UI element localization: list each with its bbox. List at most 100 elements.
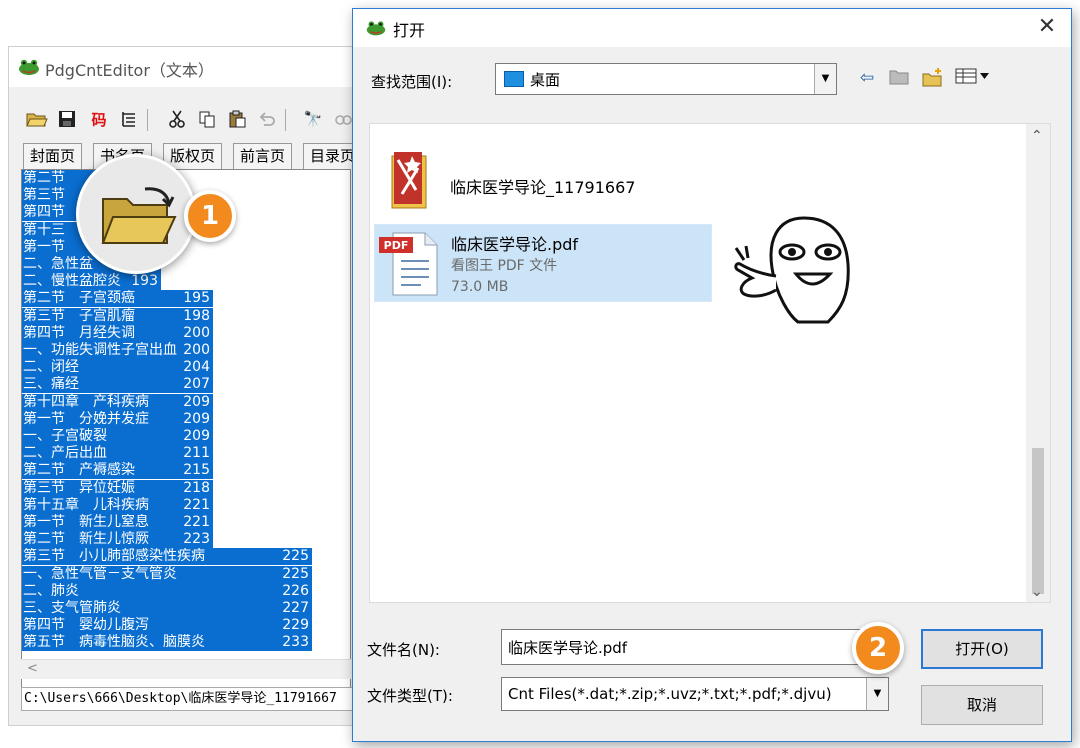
toc-row[interactable]: 一、功能失调性子宫出血 200 (22, 342, 213, 359)
toc-row-text: 二、闭经 (23, 359, 79, 376)
toc-row-page: 195 (183, 290, 210, 307)
toc-row[interactable]: 第二节 产褥感染 215 (22, 462, 213, 480)
folder-name: 临床医学导论_11791667 (450, 178, 636, 197)
file-name-label: 文件名(N): (367, 641, 440, 659)
toc-row[interactable]: 二、肺炎 226 (22, 582, 312, 600)
new-folder-icon[interactable] (919, 67, 947, 91)
pointing-face-sticker-icon (734, 216, 850, 324)
file-type-value: Cnt Files(*.dat;*.zip;*.uvz;*.txt;*.pdf;… (508, 685, 832, 703)
toc-row[interactable]: 第五节 病毒性脑炎、脑膜炎 233 (22, 634, 312, 652)
toc-row-text: 第一节 分娩并发症 (23, 410, 149, 427)
editor-toolbar: 码 🔭 (9, 103, 359, 137)
dialog-title: 打开 (393, 21, 426, 40)
toc-row-text: 第三节 异位妊娠 (23, 479, 135, 496)
editor-window: PdgCntEditor（文本） 码 🔭 封面页 版权页 前言页 目录页 第二节… (8, 46, 363, 726)
toc-row[interactable]: 第三节 异位妊娠 218 (22, 479, 213, 497)
toc-row[interactable]: 第三节 小儿肺部感染性疾病 225 (22, 548, 312, 566)
pdf-file-icon: PDF (379, 232, 438, 296)
file-type-dropdown[interactable]: Cnt Files(*.dat;*.zip;*.uvz;*.txt;*.pdf;… (501, 677, 889, 711)
file-item-folder[interactable]: 临床医学导论_11791667 (388, 150, 708, 214)
close-icon[interactable]: ✕ (1033, 14, 1061, 42)
undo-icon[interactable] (255, 107, 279, 131)
toc-row[interactable]: 第十五章 儿科疾病 221 (22, 496, 213, 514)
paste-icon[interactable] (225, 107, 249, 131)
toc-row[interactable]: 第一节 新生儿窒息 221 (22, 514, 213, 531)
chevron-down-icon[interactable]: ⌄ (1031, 584, 1043, 600)
toc-row[interactable]: 第二节 新生儿惊厥 223 (22, 531, 213, 549)
toc-row-text: 第四节 婴幼儿腹泻 (23, 617, 149, 634)
toc-row-text: 一、功能失调性子宫出血 (23, 342, 177, 358)
encoding-button[interactable]: 码 (87, 107, 111, 131)
toc-row[interactable]: 一、急性气管－支气管炎 225 (22, 565, 312, 583)
toc-row[interactable]: 三、支气管肺炎 227 (22, 600, 312, 617)
toolbar-separator (285, 109, 286, 131)
toc-row-page: 227 (282, 600, 309, 616)
horizontal-scrollbar[interactable]: < (21, 659, 351, 679)
file-path-bar: C:\Users\666\Desktop\临床医学导论_11791667 (21, 687, 357, 711)
toc-row[interactable]: 三、痛经 207 (22, 376, 213, 394)
toc-row-text: 一、子宫破裂 (23, 428, 107, 444)
toc-row[interactable]: 第三节 子宫肌瘤 198 (22, 307, 213, 325)
outline-icon[interactable] (117, 107, 141, 131)
chevron-down-icon[interactable]: ▼ (814, 64, 836, 94)
scrollbar-thumb[interactable] (1032, 448, 1044, 594)
toc-row-page: 215 (183, 462, 210, 479)
up-folder-icon[interactable] (885, 67, 913, 91)
toc-row[interactable]: 第四节 婴幼儿腹泻 229 (22, 617, 312, 635)
toc-row[interactable]: 二、闭经 204 (22, 359, 213, 377)
toc-row[interactable]: 二、慢性盆腔炎 193 (22, 273, 161, 291)
toc-row-text: 二、产后出血 (23, 445, 107, 462)
toc-row-page: 229 (282, 617, 309, 634)
step-badge-1: 1 (184, 190, 236, 242)
file-list-pane[interactable]: 临床医学导论_11791667 PDF 临床医学导论.pdf 看图王 PDF 文… (369, 123, 1051, 603)
toc-row-page: 226 (282, 582, 309, 599)
toc-row-page: 225 (282, 565, 309, 582)
toc-row-page: 207 (183, 376, 210, 393)
save-icon[interactable] (55, 107, 79, 131)
cut-icon[interactable] (165, 107, 189, 131)
copy-icon[interactable] (195, 107, 219, 131)
toc-row[interactable]: 一、子宫破裂 209 (22, 428, 213, 445)
toc-row-page: 200 (183, 324, 210, 341)
toc-row-text: 第一节 新生儿窒息 (23, 514, 149, 530)
book-folder-icon (391, 152, 427, 209)
find-icon[interactable]: 🔭 (301, 107, 325, 131)
toc-row-page: 198 (183, 307, 210, 324)
chevron-up-icon[interactable]: ⌃ (1031, 128, 1043, 144)
scroll-left-icon[interactable]: < (27, 661, 38, 676)
look-in-dropdown[interactable]: 桌面 ▼ (495, 63, 837, 95)
toc-row[interactable]: 二、产后出血 211 (22, 445, 213, 463)
vertical-scrollbar[interactable]: ⌃ ⌄ (1026, 124, 1050, 602)
toc-row[interactable]: 第四节 月经失调 200 (22, 324, 213, 342)
back-arrow-icon[interactable]: ⇦ (853, 67, 881, 91)
tab-cover[interactable]: 封面页 (23, 143, 83, 169)
file-item-pdf[interactable]: PDF 临床医学导论.pdf 看图王 PDF 文件 73.0 MB (374, 224, 712, 302)
toc-row-text: 第四节 月经失调 (23, 324, 135, 341)
toc-row-text: 第十五章 儿科疾病 (23, 496, 149, 513)
toc-row-text: 二、慢性盆腔炎 (23, 273, 121, 290)
desktop-icon (504, 71, 524, 87)
file-name-input[interactable] (501, 629, 863, 665)
toc-row-page: 200 (183, 342, 210, 358)
chevron-down-icon[interactable]: ▼ (866, 678, 888, 710)
toc-row-text: 三、支气管肺炎 (23, 600, 121, 616)
toc-row[interactable]: 第十四章 产科疾病 209 (22, 393, 213, 411)
tab-preface[interactable]: 前言页 (233, 143, 293, 169)
pdf-badge-text: PDF (384, 239, 409, 252)
open-button[interactable]: 打开(O) (921, 629, 1043, 669)
toc-row[interactable]: 第一节 分娩并发症 209 (22, 410, 213, 428)
toc-row-text: 第二节 产褥感染 (23, 462, 135, 479)
open-folder-icon[interactable] (25, 107, 49, 131)
toc-row-text: 三、痛经 (23, 376, 79, 393)
pdf-file-type: 看图王 PDF 文件 (451, 258, 558, 274)
toc-row-page: 193 (131, 273, 158, 290)
cancel-button[interactable]: 取消 (921, 685, 1043, 725)
frog-app-icon (366, 21, 386, 36)
toc-row-text: 一、急性气管－支气管炎 (23, 565, 177, 582)
toc-row-text: 第三节 子宫肌瘤 (23, 307, 135, 324)
toc-row-page: 218 (183, 479, 210, 496)
toc-row[interactable]: 第二节 子宫颈癌 195 (22, 290, 213, 308)
view-menu-icon[interactable] (953, 67, 993, 91)
zoom-magnifier (76, 154, 196, 274)
toc-row-text: 第三节 小儿肺部感染性疾病 (23, 548, 205, 565)
